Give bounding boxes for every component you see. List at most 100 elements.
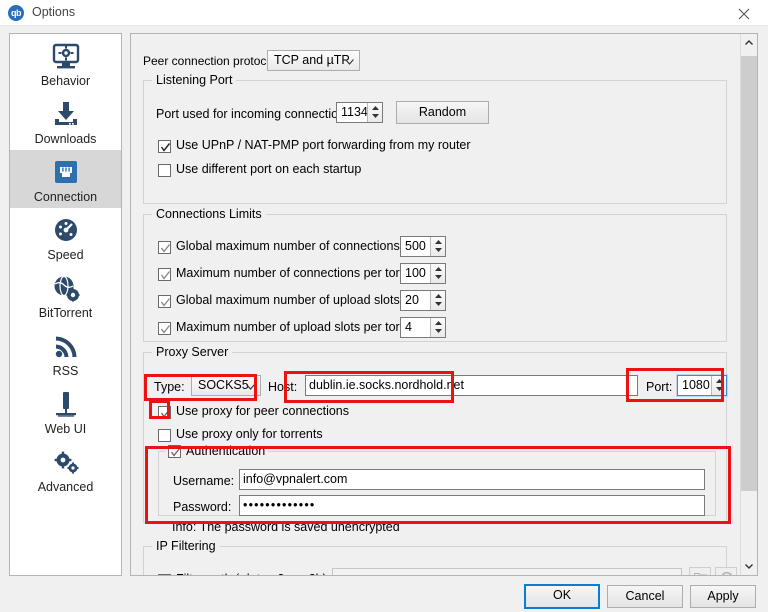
sidebar-item-bittorrent[interactable]: BitTorrent <box>10 266 121 324</box>
refresh-icon <box>721 571 731 575</box>
cancel-button[interactable]: Cancel <box>607 585 683 608</box>
sidebar-item-connection[interactable]: Connection <box>10 150 121 208</box>
stepper-down-icon <box>435 302 442 306</box>
folder-icon <box>693 573 707 575</box>
checkbox-box <box>158 322 171 335</box>
username-label: Username: <box>173 474 235 488</box>
filter-path-input[interactable] <box>332 568 682 575</box>
chevron-down-icon <box>345 59 354 65</box>
checkmark-icon <box>160 409 171 418</box>
globe-gear-icon <box>54 275 79 302</box>
stepper-down-icon <box>435 275 442 279</box>
authentication-group: Authentication Username: info@vpnalert.c… <box>158 444 716 516</box>
authentication-checkbox[interactable]: Authentication <box>168 444 265 459</box>
speedometer-icon <box>54 219 77 241</box>
max-connections-per-torrent-input[interactable]: 100 <box>400 263 446 284</box>
ok-button[interactable]: OK <box>524 584 600 609</box>
incoming-port-input[interactable]: 11341 <box>336 102 383 123</box>
apply-button[interactable]: Apply <box>690 585 756 608</box>
sidebar-item-label: Advanced <box>37 480 94 494</box>
ip-filtering-group: IP Filtering Filter path (.dat, .p2p, .p… <box>143 539 737 575</box>
sidebar-item-rss[interactable]: RSS <box>10 324 121 382</box>
proxy-type-select[interactable]: SOCKS5 <box>191 375 261 396</box>
max-connections-per-torrent-value: 100 <box>405 266 426 280</box>
max-connections-per-torrent-label: Maximum number of connections per torren… <box>176 266 425 280</box>
peer-protocol-value: TCP and µTP <box>274 53 350 67</box>
sidebar-item-label: RSS <box>52 364 79 378</box>
scrollbar-thumb[interactable] <box>741 56 757 491</box>
proxy-server-group: Proxy Server Type: SOCKS5 Host: dublin.i… <box>143 345 728 534</box>
global-max-upload-slots-label: Global maximum number of upload slots: <box>176 293 404 307</box>
stepper[interactable] <box>430 318 445 337</box>
stepper-down-icon <box>716 387 723 391</box>
proxy-type-label: Type: <box>154 380 185 394</box>
checkbox-box <box>158 140 171 153</box>
chevron-down-icon <box>745 564 753 569</box>
sidebar-item-label: Behavior <box>40 74 91 88</box>
sidebar-item-speed[interactable]: Speed <box>10 208 121 266</box>
stepper-up-icon <box>435 321 442 325</box>
checkbox-box <box>168 445 181 458</box>
stepper[interactable] <box>430 264 445 283</box>
different-port-label: Use different port on each startup <box>176 162 362 176</box>
ip-filtering-title: IP Filtering <box>152 539 220 553</box>
sidebar-item-label: Downloads <box>34 132 97 146</box>
checkbox-box <box>158 164 171 177</box>
stepper-down-icon <box>372 114 379 118</box>
max-upload-slots-per-torrent-input[interactable]: 4 <box>400 317 446 338</box>
checkbox-box <box>158 574 171 575</box>
proxy-host-label: Host: <box>268 380 298 394</box>
sidebar-item-label: Connection <box>33 190 98 204</box>
window-title: Options <box>32 5 76 19</box>
listening-port-title: Listening Port <box>152 73 237 87</box>
random-port-button[interactable]: Random <box>396 101 489 124</box>
sidebar-item-downloads[interactable]: Downloads <box>10 92 121 150</box>
sidebar-item-advanced[interactable]: Advanced <box>10 440 121 498</box>
server-icon <box>55 392 76 417</box>
password-input[interactable]: ••••••••••••• <box>239 495 705 516</box>
proxy-type-value: SOCKS5 <box>198 378 249 392</box>
sidebar-item-behavior[interactable]: Behavior <box>10 34 121 92</box>
proxy-port-value: 1080 <box>682 378 710 392</box>
sidebar-item-label: Web UI <box>44 422 87 436</box>
rss-feed-icon <box>55 336 76 358</box>
proxy-port-stepper[interactable] <box>711 376 726 395</box>
max-upload-slots-per-torrent-value: 4 <box>405 320 412 334</box>
scroll-down-button[interactable] <box>741 558 757 575</box>
qbittorrent-icon: qb <box>8 5 24 21</box>
stepper-up-icon <box>435 294 442 298</box>
stepper-up-icon <box>716 379 723 383</box>
use-proxy-only-torrents-label: Use proxy only for torrents <box>176 427 323 441</box>
filter-path-reload-button[interactable] <box>715 567 737 575</box>
checkmark-icon <box>160 244 171 253</box>
global-max-connections-input[interactable]: 500 <box>400 236 446 257</box>
stepper[interactable] <box>430 291 445 310</box>
global-max-upload-slots-input[interactable]: 20 <box>400 290 446 311</box>
incoming-port-stepper[interactable] <box>367 103 382 122</box>
global-max-connections-value: 500 <box>405 239 426 253</box>
username-input[interactable]: info@vpnalert.com <box>239 469 705 490</box>
connections-limits-group: Connections Limits Global maximum number… <box>143 207 727 342</box>
scroll-up-button[interactable] <box>741 34 757 51</box>
proxy-port-input[interactable]: 1080 <box>676 374 728 397</box>
close-icon[interactable] <box>726 0 762 26</box>
vertical-scrollbar[interactable] <box>740 34 757 575</box>
stepper-up-icon <box>372 106 379 110</box>
max-upload-slots-per-torrent-label: Maximum number of upload slots per torre… <box>176 320 425 334</box>
upnp-label: Use UPnP / NAT-PMP port forwarding from … <box>176 138 471 152</box>
password-value: ••••••••••••• <box>243 498 316 512</box>
stepper[interactable] <box>430 237 445 256</box>
sidebar-item-label: Speed <box>47 248 84 262</box>
checkbox-box <box>158 429 171 442</box>
proxy-host-input[interactable]: dublin.ie.socks.nordhold.net <box>305 375 638 396</box>
peer-protocol-select[interactable]: TCP and µTP <box>267 50 360 71</box>
stepper-up-icon <box>435 240 442 244</box>
sidebar-item-label: BitTorrent <box>38 306 93 320</box>
checkbox-box <box>158 295 171 308</box>
sidebar-item-web-ui[interactable]: Web UI <box>10 382 121 440</box>
monitor-gear-icon <box>52 43 79 69</box>
proxy-port-label: Port: <box>646 380 673 394</box>
filter-path-browse-button[interactable] <box>689 567 711 575</box>
dialog-footer: OK Cancel Apply <box>0 580 768 612</box>
checkmark-icon <box>160 143 171 152</box>
